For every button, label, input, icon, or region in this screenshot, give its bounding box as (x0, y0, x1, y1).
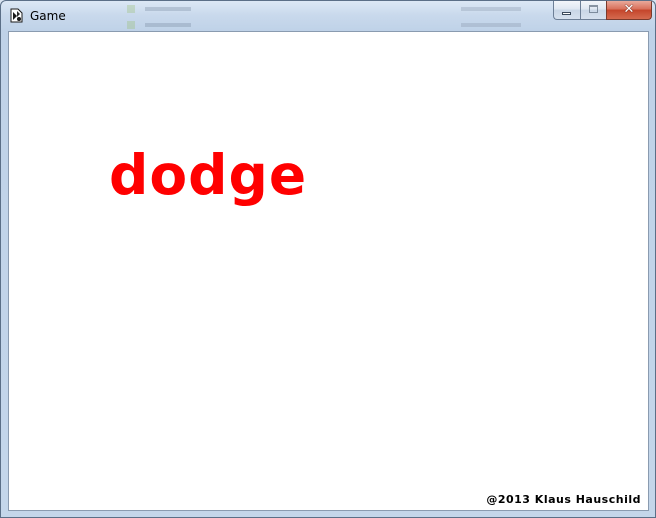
minimize-button[interactable] (553, 1, 580, 20)
game-app-icon[interactable] (8, 7, 25, 24)
game-window: Game ✕ dodge @2013 Klaus Hauschild (0, 0, 656, 518)
copyright-text: @2013 Klaus Hauschild (486, 493, 641, 506)
game-title-word: dodge (109, 143, 308, 207)
caption-buttons: ✕ (553, 1, 652, 21)
close-icon: ✕ (623, 2, 635, 17)
game-canvas[interactable]: dodge @2013 Klaus Hauschild (8, 31, 649, 511)
title-bar[interactable]: Game ✕ (1, 1, 655, 31)
maximize-button[interactable] (580, 1, 606, 20)
maximize-icon (589, 5, 598, 13)
window-title: Game (30, 9, 66, 23)
minimize-icon (562, 12, 571, 15)
close-button[interactable]: ✕ (606, 1, 652, 20)
